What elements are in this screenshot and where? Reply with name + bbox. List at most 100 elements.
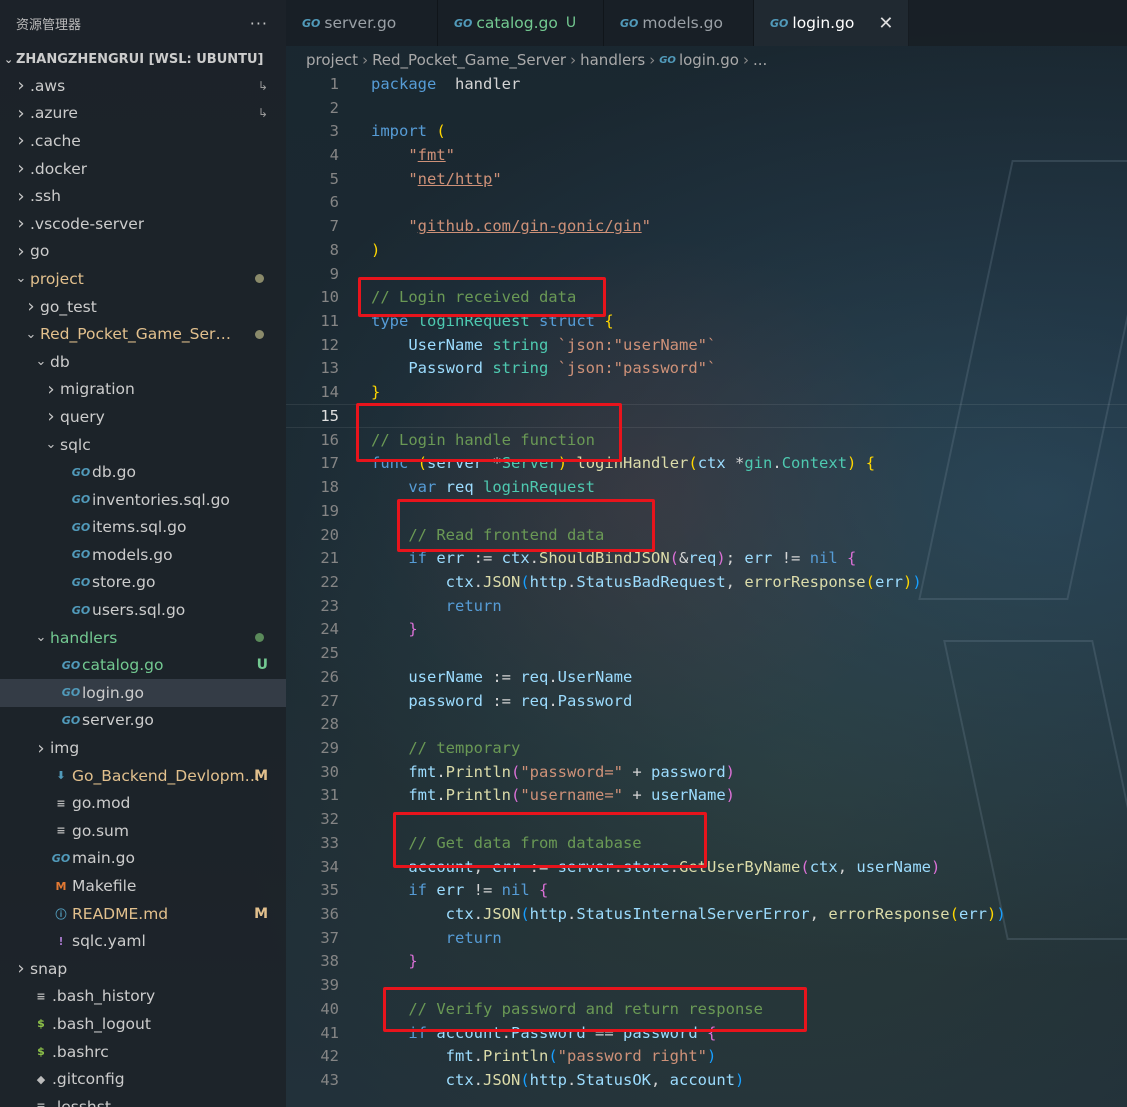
tree-file[interactable]: GO inventories.sql.go [0, 486, 286, 514]
code-line[interactable]: 29 // temporary [286, 736, 1127, 760]
code-line[interactable]: 43 ctx.JSON(http.StatusOK, account) [286, 1068, 1127, 1092]
code-line[interactable]: 4 "fmt" [286, 143, 1127, 167]
tree-item-label: go_test [40, 297, 97, 316]
chevron-down-icon: ⌄ [35, 354, 47, 370]
tree-folder[interactable]: › go_test [0, 293, 286, 321]
breadcrumb-item[interactable]: handlers [580, 51, 645, 69]
yaml-file-icon: ! [58, 934, 64, 948]
code-line[interactable]: 24 } [286, 618, 1127, 642]
tree-folder[interactable]: › go [0, 238, 286, 266]
tree-folder[interactable]: › .ssh [0, 182, 286, 210]
code-line[interactable]: 7 "github.com/gin-gonic/gin" [286, 214, 1127, 238]
code-line[interactable]: 30 fmt.Println("password=" + password) [286, 760, 1127, 784]
tree-file[interactable]: GO db.go [0, 458, 286, 486]
code-line[interactable]: 36 ctx.JSON(http.StatusInternalServerErr… [286, 902, 1127, 926]
tree-file[interactable]: $ .bash_logout [0, 1010, 286, 1038]
code-line[interactable]: 3 import ( [286, 119, 1127, 143]
code-token: `json:"userName"` [557, 335, 717, 354]
tree-folder[interactable]: ⌄ project [0, 265, 286, 293]
tree-file[interactable]: GO items.sql.go [0, 514, 286, 542]
code-line[interactable]: 8) [286, 238, 1127, 262]
code-line[interactable]: 22 ctx.JSON(http.StatusBadRequest, error… [286, 570, 1127, 594]
tree-folder[interactable]: › .vscode-server [0, 210, 286, 238]
tab-server-go[interactable]: GO server.go [286, 0, 438, 46]
tree-file[interactable]: GO models.go [0, 541, 286, 569]
code-line[interactable]: 12 UserName string `json:"userName"` [286, 333, 1127, 357]
code-line[interactable]: 5 "net/http" [286, 167, 1127, 191]
tree-file[interactable]: GO login.go [0, 679, 286, 707]
breadcrumb-item[interactable]: login.go [679, 51, 739, 69]
code-text: return [371, 929, 502, 947]
tree-file[interactable]: GO store.go [0, 569, 286, 597]
code-line[interactable]: 6 [286, 191, 1127, 215]
code-line[interactable]: 18 var req loginRequest [286, 475, 1127, 499]
tree-folder[interactable]: › .aws ↳ [0, 72, 286, 100]
code-line[interactable]: 2 [286, 96, 1127, 120]
code-line[interactable]: 27 password := req.Password [286, 689, 1127, 713]
code-token: http [529, 1071, 567, 1090]
tree-file[interactable]: ◆ .gitconfig [0, 1065, 286, 1093]
line-number: 39 [320, 976, 339, 995]
code-line[interactable]: 26 userName := req.UserName [286, 665, 1127, 689]
tab-label: models.go [642, 14, 723, 32]
chevron-right-icon: › [742, 51, 749, 69]
tree-file[interactable]: GO main.go [0, 845, 286, 873]
code-line[interactable]: 28 [286, 712, 1127, 736]
code-line[interactable]: 1 package handler [286, 72, 1127, 96]
tree-folder[interactable]: › .azure ↳ [0, 100, 286, 128]
code-token: err [958, 905, 987, 924]
close-icon[interactable]: ✕ [878, 13, 893, 34]
tree-folder[interactable]: ⌄ db [0, 348, 286, 376]
breadcrumb: project › Red_Pocket_Game_Server › handlers ›… [306, 48, 767, 72]
modified-dot-icon [255, 329, 264, 339]
tree-file[interactable]: M Makefile [0, 872, 286, 900]
code-line[interactable]: 42 fmt.Println("password right") [286, 1045, 1127, 1069]
code-line[interactable]: 37 return [286, 926, 1127, 950]
download-icon: ⬇ [56, 769, 66, 783]
tree-file[interactable]: ≡ .lesshst [0, 1093, 286, 1107]
breadcrumb-item[interactable]: ... [753, 51, 767, 69]
tree-folder[interactable]: › snap [0, 955, 286, 983]
tree-item-label: store.go [92, 573, 156, 592]
tree-folder[interactable]: › query [0, 403, 286, 431]
code-line[interactable]: 38 } [286, 950, 1127, 974]
tree-folder[interactable]: › .cache [0, 127, 286, 155]
symlink-icon: ↳ [257, 78, 268, 93]
code-line[interactable]: 35 if err != nil { [286, 878, 1127, 902]
tab-catalog-go[interactable]: GO catalog.go U [438, 0, 604, 46]
code-editor[interactable]: 1 package handler 2 3 import (4 "fmt" 5 "net/… [286, 72, 1127, 1107]
tree-file[interactable]: ⓘ README.md M [0, 900, 286, 928]
tree-file[interactable]: ≡ go.sum [0, 817, 286, 845]
tree-file[interactable]: ⬇ Go_Backend_Devlopmen... M [0, 762, 286, 790]
tree-file[interactable]: ≡ go.mod [0, 789, 286, 817]
git-status-badge: M [254, 767, 268, 784]
more-actions-icon[interactable]: ··· [250, 14, 268, 33]
tree-file[interactable]: GO server.go [0, 707, 286, 735]
code-line[interactable]: 31 fmt.Println("username=" + userName) [286, 784, 1127, 808]
code-token: ctx [445, 572, 474, 591]
workspace-root[interactable]: ⌄ ZHANGZHENGRUI [WSL: UBUNTU] [0, 46, 286, 72]
tree-file[interactable]: ! sqlc.yaml [0, 927, 286, 955]
code-line[interactable]: 14} [286, 380, 1127, 404]
tree-folder[interactable]: › img [0, 734, 286, 762]
code-token: ) [903, 572, 913, 591]
tree-file[interactable]: $ .bashrc [0, 1038, 286, 1066]
tree-folder[interactable]: › migration [0, 376, 286, 404]
breadcrumb-item[interactable]: project [306, 51, 358, 69]
tree-file[interactable]: GO catalog.go U [0, 651, 286, 679]
code-line[interactable]: 13 Password string `json:"password"` [286, 357, 1127, 381]
code-line[interactable]: 25 [286, 641, 1127, 665]
tree-file[interactable]: ≡ .bash_history [0, 983, 286, 1011]
breadcrumb-item[interactable]: Red_Pocket_Game_Server [372, 51, 566, 69]
tree-folder[interactable]: › .docker [0, 155, 286, 183]
code-token: req [520, 691, 549, 710]
tab-login-go[interactable]: GO login.go ✕ [754, 0, 909, 46]
tree-folder[interactable]: ⌄ handlers [0, 624, 286, 652]
tab-models-go[interactable]: GO models.go [604, 0, 754, 46]
tree-folder[interactable]: ⌄ Red_Pocket_Game_Server [0, 320, 286, 348]
tree-file[interactable]: GO users.sql.go [0, 596, 286, 624]
code-line[interactable]: 23 return [286, 594, 1127, 618]
tree-folder[interactable]: ⌄ sqlc [0, 431, 286, 459]
